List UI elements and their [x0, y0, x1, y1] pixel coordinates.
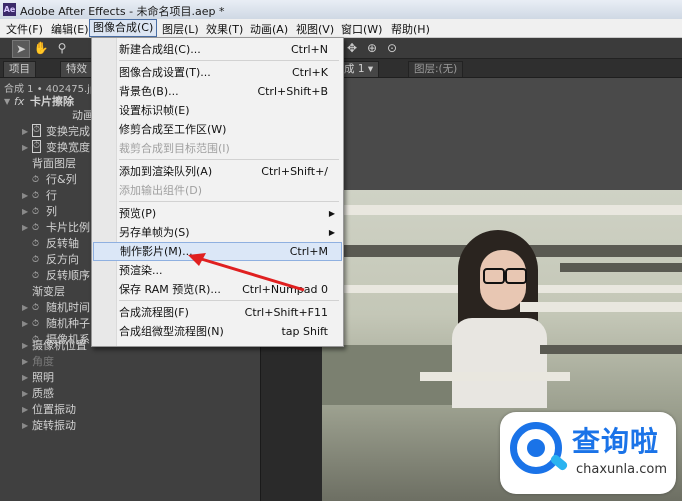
- watermark-logo: 查询啦 chaxunla.com: [500, 412, 676, 494]
- logo-tail: [549, 453, 569, 472]
- logo-dot: [527, 439, 545, 457]
- watermark-url: chaxunla.com: [576, 462, 667, 477]
- watermark-brand: 查询啦: [572, 425, 660, 458]
- red-arrow-line: [197, 256, 305, 292]
- magnifier-logo-icon: [510, 422, 562, 474]
